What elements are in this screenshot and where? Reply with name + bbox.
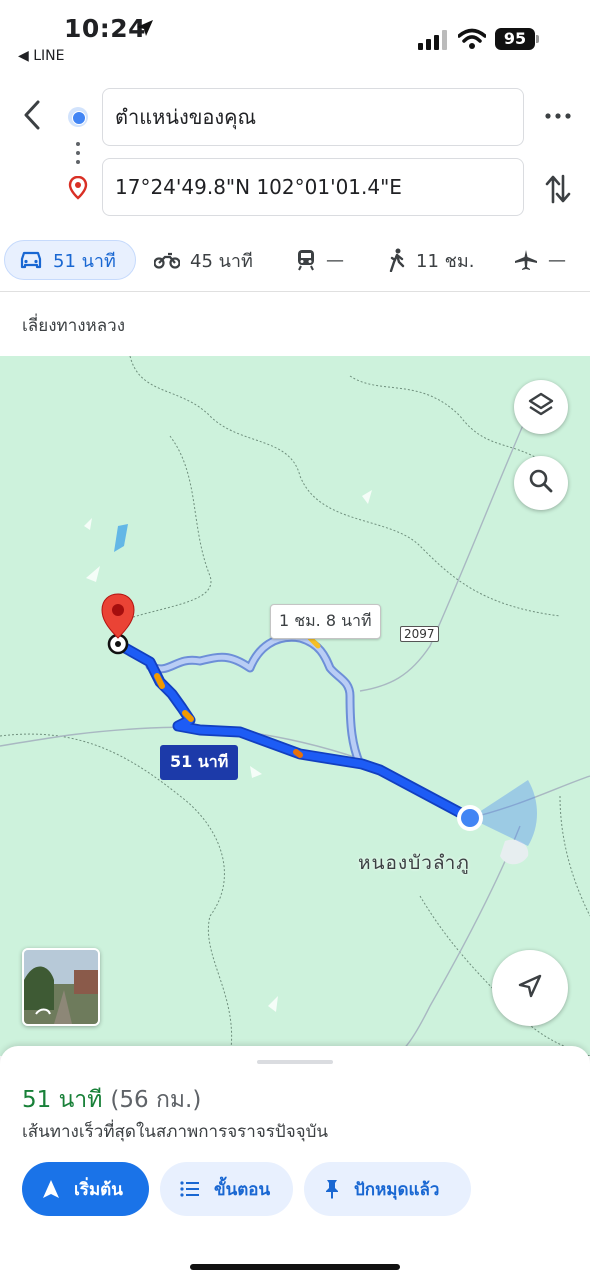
street-view-thumbnail[interactable] <box>22 948 100 1026</box>
route-distance: (56 กม.) <box>110 1087 202 1113</box>
route-description: เส้นทางเร็วที่สุดในสภาพการจราจรปัจจุบัน <box>22 1122 329 1142</box>
steps-label: ขั้นตอน <box>214 1179 271 1200</box>
transit-icon <box>296 249 316 271</box>
list-icon <box>180 1181 200 1197</box>
mode-motorcycle-tab[interactable]: 45 นาที <box>154 240 253 280</box>
layers-icon <box>527 391 555 423</box>
route-duration: 51 นาที <box>22 1087 103 1113</box>
main-route-label[interactable]: 51 นาที <box>160 745 239 780</box>
car-icon <box>19 250 43 270</box>
mode-transit-label: — <box>326 249 344 271</box>
pinned-button[interactable]: ปักหมุดแล้ว <box>304 1162 471 1216</box>
flight-icon <box>514 249 538 271</box>
sheet-drag-handle[interactable] <box>257 1060 333 1064</box>
start-label: เริ่มต้น <box>74 1179 123 1200</box>
route-summary-sheet: 51 นาที (56 กม.) เส้นทางเร็วที่สุดในสภาพก… <box>0 1046 590 1280</box>
route-dots-icon <box>76 142 80 169</box>
home-indicator[interactable] <box>190 1264 400 1270</box>
origin-dot-icon <box>68 107 88 127</box>
map-view[interactable]: 2097 1 ชม. 8 นาที 51 นาที หนองบัวลำภู <box>0 356 590 1056</box>
back-to-app-link[interactable]: ◀ LINE <box>18 48 64 64</box>
navigation-arrow-icon <box>42 1179 60 1199</box>
battery-level: 95 <box>495 28 535 50</box>
pin-icon <box>324 1179 340 1199</box>
mode-walking-tab[interactable]: 11 ชม. <box>388 240 474 280</box>
mode-transit-tab[interactable]: — <box>296 240 344 280</box>
back-button[interactable] <box>18 98 48 132</box>
road-number-shield: 2097 <box>400 626 439 642</box>
mode-driving-tab[interactable]: 51 นาที <box>4 240 136 280</box>
steps-button[interactable]: ขั้นตอน <box>160 1162 293 1216</box>
mode-flight-label: — <box>548 249 566 271</box>
mode-walking-label: 11 ชม. <box>416 250 475 272</box>
search-icon <box>528 468 554 498</box>
pinned-label: ปักหมุดแล้ว <box>354 1179 440 1200</box>
walk-icon <box>388 248 406 272</box>
more-options-button[interactable] <box>544 106 572 126</box>
status-bar: 10:24 ◀ LINE 95 <box>0 0 590 70</box>
route-summary: 51 นาที (56 กม.) <box>22 1082 201 1118</box>
destination-pin-icon <box>68 175 88 204</box>
destination-field[interactable]: 17°24'49.8"N 102°01'01.4"E <box>102 158 524 216</box>
recenter-button[interactable] <box>492 950 568 1026</box>
town-label: หนองบัวลำภู <box>358 852 470 874</box>
swap-direction-button[interactable] <box>544 172 572 206</box>
route-options-label[interactable]: เลี่ยงทางหลวง <box>22 312 125 339</box>
wifi-icon <box>457 28 487 54</box>
location-arrow-icon <box>136 19 154 41</box>
divider <box>0 291 590 292</box>
layers-button[interactable] <box>514 380 568 434</box>
alternate-route-label[interactable]: 1 ชม. 8 นาที <box>270 604 381 639</box>
directions-header: ตำแหน่งของคุณ 17°24'49.8"N 102°01'01.4"E <box>0 70 590 240</box>
navigation-arrow-icon <box>517 973 543 1003</box>
battery-icon: 95 <box>495 28 539 52</box>
mode-motorcycle-label: 45 นาที <box>190 250 253 272</box>
motorcycle-icon <box>154 251 180 269</box>
start-button[interactable]: เริ่มต้น <box>22 1162 149 1216</box>
origin-field[interactable]: ตำแหน่งของคุณ <box>102 88 524 146</box>
cellular-signal-icon <box>418 30 448 54</box>
travel-mode-tabs: 51 นาที 45 นาที — 11 ชม. — <box>0 240 590 282</box>
clock: 10:24 <box>64 14 147 43</box>
mode-driving-label: 51 นาที <box>53 250 116 272</box>
mode-flight-tab[interactable]: — <box>514 240 566 280</box>
map-search-button[interactable] <box>514 456 568 510</box>
